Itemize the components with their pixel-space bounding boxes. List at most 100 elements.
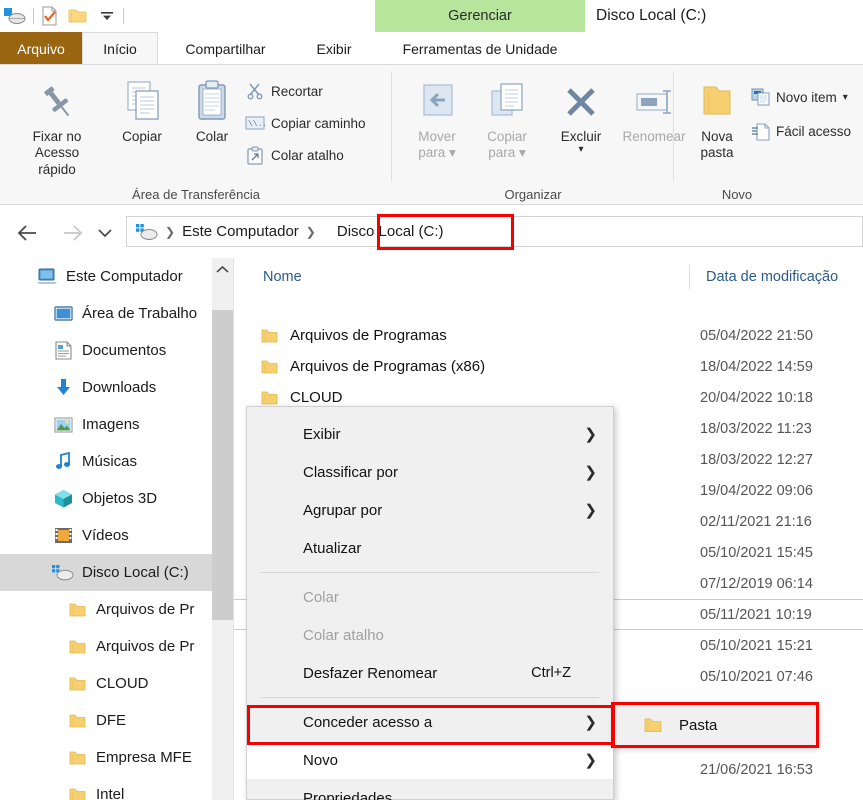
context-menu-item-agrupar-por[interactable]: Agrupar por ❯ bbox=[247, 491, 613, 529]
copy-to-button[interactable]: Copiar para ▾ bbox=[470, 71, 544, 162]
easy-access-button[interactable]: Fácil acesso bbox=[750, 121, 851, 141]
sidebar-item-downloads[interactable]: Downloads bbox=[0, 369, 212, 406]
new-item-button[interactable]: Novo item ▾ bbox=[750, 87, 848, 107]
table-row[interactable]: Arquivos de Programas 05/04/2022 21:50 bbox=[234, 320, 863, 351]
toolbar-divider bbox=[33, 8, 34, 24]
scissors-icon bbox=[245, 81, 265, 101]
sidebar-item-cloud[interactable]: CLOUD bbox=[0, 665, 212, 702]
context-menu-item-novo[interactable]: Novo ❯ bbox=[247, 741, 613, 779]
sidebar-item-objetos-3d[interactable]: Objetos 3D bbox=[0, 480, 212, 517]
file-date-cell: 18/04/2022 14:59 bbox=[700, 358, 813, 375]
tab-exibir[interactable]: Exibir bbox=[293, 32, 375, 65]
shortcut-label: Ctrl+Z bbox=[531, 665, 571, 681]
downloads-icon bbox=[52, 378, 74, 398]
window-title: Disco Local (C:) bbox=[596, 7, 707, 24]
sidebar-item-musicas[interactable]: Músicas bbox=[0, 443, 212, 480]
scrollbar-thumb[interactable] bbox=[212, 310, 233, 620]
move-to-button[interactable]: Mover para ▾ bbox=[400, 71, 474, 162]
sidebar-item-label: Empresa MFE bbox=[96, 749, 192, 766]
tab-ferramentas-de-unidade[interactable]: Ferramentas de Unidade bbox=[375, 32, 585, 65]
ribbon-group-label-new: Novo bbox=[721, 187, 753, 202]
paste-shortcut-button[interactable]: Colar atalho bbox=[245, 145, 344, 165]
breadcrumb-item-disco-local[interactable]: Disco Local (C:) bbox=[337, 223, 444, 240]
forward-button bbox=[60, 220, 86, 246]
sidebar-item-label: Objetos 3D bbox=[82, 490, 158, 507]
sidebar-item-imagens[interactable]: Imagens bbox=[0, 406, 212, 443]
delete-dropdown-caret[interactable]: ▾ bbox=[578, 145, 583, 155]
sidebar-item-empresa-mfe[interactable]: Empresa MFE bbox=[0, 739, 212, 776]
desktop-icon bbox=[52, 304, 74, 324]
navigation-pane-scrollbar[interactable] bbox=[212, 258, 233, 800]
pin-to-quick-access-button[interactable]: Fixar no Acesso rápido bbox=[20, 71, 94, 178]
tab-compartilhar[interactable]: Compartilhar bbox=[158, 32, 293, 65]
title-bar: Gerenciar Disco Local (C:) bbox=[0, 0, 863, 32]
copy-path-icon: \\.. bbox=[245, 113, 265, 133]
column-header-nome[interactable]: Nome bbox=[263, 258, 302, 296]
chevron-right-icon: ❯ bbox=[584, 464, 597, 481]
address-bar[interactable]: ❯ Este Computador ❯ Disco Local (C:) bbox=[126, 216, 863, 247]
sidebar-item-label: Downloads bbox=[82, 379, 157, 396]
tab-arquivo[interactable]: Arquivo bbox=[0, 32, 82, 65]
context-menu-item-colar: Colar bbox=[303, 588, 339, 606]
context-menu-item-exibir[interactable]: Exibir ❯ bbox=[247, 415, 613, 453]
tab-inicio[interactable]: Início bbox=[82, 32, 158, 65]
file-date-cell: 05/10/2021 15:21 bbox=[700, 637, 813, 654]
breadcrumb-item-este-computador[interactable]: Este Computador bbox=[182, 223, 299, 240]
context-menu-item-atualizar[interactable]: Atualizar bbox=[247, 529, 613, 567]
folder-icon bbox=[66, 711, 88, 731]
sidebar-item-dfe[interactable]: DFE bbox=[0, 702, 212, 739]
sidebar-item-label: Vídeos bbox=[82, 527, 129, 544]
file-date-cell: 07/12/2019 06:14 bbox=[700, 575, 813, 592]
file-date-cell: 18/03/2022 11:23 bbox=[700, 420, 812, 437]
ribbon-group-new: Nova pasta Novo item ▾ Fácil acesso Novo bbox=[674, 65, 863, 205]
drive-icon[interactable] bbox=[4, 7, 26, 25]
delete-button[interactable]: Excluir ▾ bbox=[544, 71, 618, 155]
sidebar-item-documentos[interactable]: Documentos bbox=[0, 332, 212, 369]
sidebar-item-disco-local-c[interactable]: Disco Local (C:) bbox=[0, 554, 212, 591]
sidebar-item-label: Imagens bbox=[82, 416, 140, 433]
context-menu-item-conceder-acesso-a[interactable]: Conceder acesso a ❯ bbox=[247, 703, 613, 741]
paste-shortcut-icon bbox=[245, 145, 265, 165]
ribbon-group-label-clipboard: Área de Transferência bbox=[132, 187, 260, 202]
sidebar-item-area-de-trabalho[interactable]: Área de Trabalho bbox=[0, 295, 212, 332]
new-folder-button[interactable]: Nova pasta bbox=[680, 71, 754, 162]
chevron-right-icon: ❯ bbox=[584, 502, 597, 519]
file-date-cell: 02/11/2021 21:16 bbox=[700, 513, 812, 530]
column-header-separator[interactable] bbox=[689, 265, 690, 289]
context-menu-item-propriedades[interactable]: Propriedades bbox=[247, 779, 613, 800]
copy-path-button[interactable]: \\.. Copiar caminho bbox=[245, 113, 366, 133]
forward-arrow-icon bbox=[64, 225, 83, 241]
svg-text:\\..: \\.. bbox=[248, 120, 265, 129]
chevron-right-icon: ❯ bbox=[584, 426, 597, 443]
file-name-cell: Arquivos de Programas (x86) bbox=[260, 358, 485, 375]
sidebar-item-label: Disco Local (C:) bbox=[82, 564, 189, 581]
breadcrumb-separator-2[interactable]: ❯ bbox=[306, 225, 316, 239]
scroll-up-icon[interactable] bbox=[212, 258, 233, 280]
context-menu-item-classificar-por[interactable]: Classificar por ❯ bbox=[247, 453, 613, 491]
context-menu-item-desfazer-renomear[interactable]: Desfazer Renomear Ctrl+Z bbox=[247, 654, 613, 692]
copy-button[interactable]: Copiar bbox=[105, 71, 179, 145]
new-folder-icon[interactable] bbox=[68, 7, 88, 25]
folder-icon bbox=[66, 674, 88, 694]
sidebar-item-intel[interactable]: Intel bbox=[0, 776, 212, 800]
file-name-cell: Arquivos de Programas bbox=[260, 327, 447, 344]
sidebar-item-arquivos-de-programas-x86[interactable]: Arquivos de Pr bbox=[0, 628, 212, 665]
submenu-item-pasta[interactable]: Pasta bbox=[679, 717, 717, 734]
paste-button[interactable]: Colar bbox=[175, 71, 249, 145]
folder-icon bbox=[66, 600, 88, 620]
objects3d-icon bbox=[52, 489, 74, 509]
column-header-data-de-modificacao[interactable]: Data de modificação bbox=[706, 258, 838, 296]
new-item-caret[interactable]: ▾ bbox=[843, 92, 848, 103]
file-date-cell: 05/10/2021 07:46 bbox=[700, 668, 813, 685]
cut-button[interactable]: Recortar bbox=[245, 81, 323, 101]
sidebar-item-este-computador[interactable]: Este Computador bbox=[0, 258, 212, 295]
back-button[interactable] bbox=[14, 220, 40, 246]
properties-checkmark-icon[interactable] bbox=[41, 6, 59, 26]
chevron-down-icon[interactable] bbox=[98, 7, 116, 25]
breadcrumb-separator[interactable]: ❯ bbox=[165, 225, 175, 239]
manage-contextual-header: Gerenciar bbox=[375, 0, 585, 32]
table-row[interactable]: Arquivos de Programas (x86) 18/04/2022 1… bbox=[234, 351, 863, 382]
sidebar-item-arquivos-de-programas[interactable]: Arquivos de Pr bbox=[0, 591, 212, 628]
sidebar-item-videos[interactable]: Vídeos bbox=[0, 517, 212, 554]
recent-locations-button[interactable] bbox=[96, 220, 114, 246]
